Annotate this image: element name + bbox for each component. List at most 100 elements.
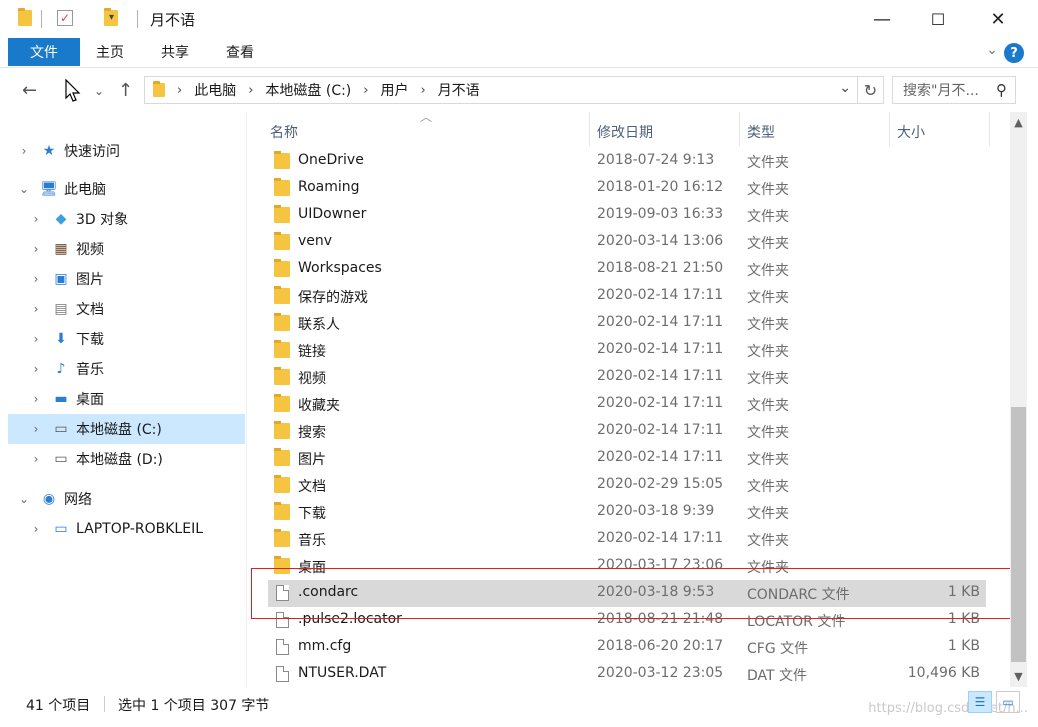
search-input[interactable]: 搜索"月不... ⚲: [892, 76, 1016, 104]
vertical-scrollbar[interactable]: ▲ ▼: [1010, 112, 1027, 687]
file-row[interactable]: 收藏夹 2020-02-14 17:11 文件夹: [268, 391, 986, 418]
file-row[interactable]: 链接 2020-02-14 17:11 文件夹: [268, 337, 986, 364]
sidebar-item[interactable]: › ▭ LAPTOP-ROBKLEIL: [8, 514, 245, 544]
breadcrumb-separator[interactable]: ›: [177, 83, 182, 98]
expand-chevron-icon[interactable]: ›: [18, 144, 30, 158]
close-button[interactable]: ✕: [968, 0, 1028, 38]
breadcrumb-user-folder[interactable]: 月不语: [438, 80, 480, 100]
sidebar-item[interactable]: ⌄ 🖥 此电脑: [8, 174, 245, 204]
music-icon: ♪: [56, 361, 66, 377]
folder-icon: [274, 340, 290, 358]
breadcrumb-users[interactable]: 用户: [380, 80, 408, 100]
quick-access-dropdown-icon[interactable]: ▾: [109, 12, 114, 32]
breadcrumb-separator[interactable]: ›: [420, 83, 425, 98]
file-row[interactable]: mm.cfg 2018-06-20 20:17 CFG 文件 1 KB: [268, 634, 986, 661]
tab-home[interactable]: 主页: [96, 38, 124, 66]
address-bar[interactable]: › 此电脑 › 本地磁盘 (C:) › 用户 › 月不语 ⌄: [144, 76, 858, 104]
details-view-button[interactable]: ☰: [968, 691, 992, 713]
sidebar-item[interactable]: › ⬇ 下载: [8, 324, 245, 354]
sidebar-item[interactable]: › ▤ 文档: [8, 294, 245, 324]
properties-check-icon[interactable]: ✓: [57, 10, 73, 26]
expand-chevron-icon[interactable]: ›: [30, 272, 42, 286]
expand-chevron-icon[interactable]: ›: [30, 392, 42, 406]
pane-divider[interactable]: [246, 112, 247, 687]
collapse-chevron-icon[interactable]: ⌄: [18, 182, 30, 196]
column-header-date[interactable]: 修改日期: [597, 122, 653, 142]
sidebar-item[interactable]: › ♪ 音乐: [8, 354, 245, 384]
sidebar-item-label: 本地磁盘 (C:): [76, 422, 162, 438]
column-separator[interactable]: [739, 112, 740, 146]
tab-view[interactable]: 查看: [226, 38, 254, 66]
sidebar-item[interactable]: › ▭ 本地磁盘 (D:): [8, 444, 245, 474]
folder-icon: [153, 81, 165, 97]
back-arrow-icon[interactable]: ←: [22, 80, 37, 101]
refresh-button[interactable]: ↻: [858, 76, 884, 104]
file-row[interactable]: Roaming 2018-01-20 16:12 文件夹: [268, 175, 986, 202]
recent-locations-icon[interactable]: ⌄: [94, 84, 104, 98]
file-row[interactable]: 视频 2020-02-14 17:11 文件夹: [268, 364, 986, 391]
expand-chevron-icon[interactable]: ›: [30, 332, 42, 346]
ribbon-expand-icon[interactable]: ⌄: [986, 42, 998, 58]
expand-chevron-icon[interactable]: ›: [30, 302, 42, 316]
breadcrumb-separator[interactable]: ›: [248, 83, 253, 98]
column-separator[interactable]: [989, 112, 990, 146]
column-header-size[interactable]: 大小: [897, 122, 925, 142]
file-row[interactable]: venv 2020-03-14 13:06 文件夹: [268, 229, 986, 256]
expand-chevron-icon[interactable]: ›: [30, 362, 42, 376]
tab-share[interactable]: 共享: [161, 38, 189, 66]
file-row[interactable]: 联系人 2020-02-14 17:11 文件夹: [268, 310, 986, 337]
expand-chevron-icon[interactable]: ›: [30, 212, 42, 226]
folder-icon: [274, 205, 290, 223]
expand-chevron-icon[interactable]: ›: [30, 522, 42, 536]
breadcrumb-separator[interactable]: ›: [363, 83, 368, 98]
column-separator[interactable]: [589, 112, 590, 146]
file-row[interactable]: 图片 2020-02-14 17:11 文件夹: [268, 445, 986, 472]
scroll-thumb[interactable]: [1011, 407, 1026, 662]
sidebar-item[interactable]: › ▭ 本地磁盘 (C:): [8, 414, 245, 444]
collapse-chevron-icon[interactable]: ⌄: [18, 492, 30, 506]
sidebar-item[interactable]: › ▣ 图片: [8, 264, 245, 294]
file-type: 文件夹: [747, 533, 789, 549]
expand-chevron-icon[interactable]: ›: [30, 452, 42, 466]
file-row[interactable]: UIDowner 2019-09-03 16:33 文件夹: [268, 202, 986, 229]
folder-icon: [274, 502, 290, 520]
column-header-name[interactable]: 名称: [270, 122, 298, 142]
scroll-down-icon[interactable]: ▼: [1010, 670, 1027, 683]
help-button[interactable]: ?: [1004, 43, 1024, 63]
file-date: 2020-03-14 13:06: [597, 233, 724, 249]
maximize-button[interactable]: ☐: [908, 0, 968, 38]
search-placeholder: 搜索"月不...: [903, 83, 979, 99]
file-row[interactable]: OneDrive 2018-07-24 9:13 文件夹: [268, 148, 986, 175]
up-arrow-icon[interactable]: ↑: [118, 80, 133, 101]
file-row[interactable]: 文档 2020-02-29 15:05 文件夹: [268, 472, 986, 499]
sidebar-item[interactable]: › ▬ 桌面: [8, 384, 245, 414]
file-row[interactable]: Workspaces 2018-08-21 21:50 文件夹: [268, 256, 986, 283]
3d-objects-icon: ◆: [55, 211, 67, 227]
sidebar-item[interactable]: ⌄ ◉ 网络: [8, 484, 245, 514]
file-row[interactable]: 下载 2020-03-18 9:39 文件夹: [268, 499, 986, 526]
expand-chevron-icon[interactable]: ›: [30, 242, 42, 256]
sidebar-item[interactable]: › ★ 快速访问: [8, 136, 245, 166]
file-name: UIDowner: [298, 206, 367, 222]
large-icons-view-button[interactable]: ▭: [996, 691, 1020, 713]
sidebar-item[interactable]: › ▦ 视频: [8, 234, 245, 264]
file-row[interactable]: 搜索 2020-02-14 17:11 文件夹: [268, 418, 986, 445]
sidebar-item-label: 桌面: [76, 392, 104, 408]
file-row[interactable]: 保存的游戏 2020-02-14 17:11 文件夹: [268, 283, 986, 310]
drive-d-icon: ▭: [54, 451, 68, 467]
sidebar-item[interactable]: › ◆ 3D 对象: [8, 204, 245, 234]
column-header-type[interactable]: 类型: [747, 122, 775, 142]
cursor-pointer-icon: [64, 78, 82, 107]
breadcrumb-drive-c[interactable]: 本地磁盘 (C:): [265, 80, 351, 100]
minimize-button[interactable]: —: [852, 0, 912, 38]
breadcrumb-this-pc[interactable]: 此电脑: [194, 80, 236, 100]
file-size: 1 KB: [947, 638, 980, 654]
column-separator[interactable]: [889, 112, 890, 146]
file-date: 2020-03-12 23:05: [597, 665, 724, 681]
scroll-up-icon[interactable]: ▲: [1010, 116, 1027, 129]
address-dropdown-icon[interactable]: ⌄: [839, 80, 851, 96]
file-row[interactable]: NTUSER.DAT 2020-03-12 23:05 DAT 文件 10,496 K…: [268, 661, 986, 688]
tab-file[interactable]: 文件: [8, 38, 80, 66]
expand-chevron-icon[interactable]: ›: [30, 422, 42, 436]
file-row[interactable]: 音乐 2020-02-14 17:11 文件夹: [268, 526, 986, 553]
